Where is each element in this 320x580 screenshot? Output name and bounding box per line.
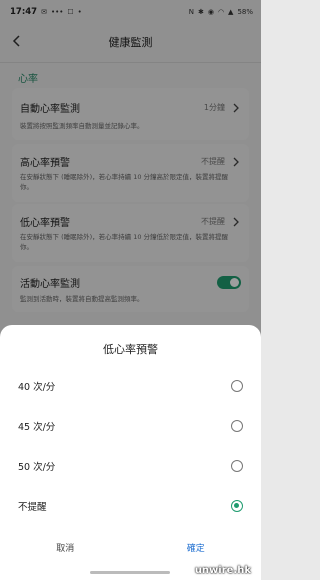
radio-button[interactable]	[231, 460, 243, 472]
option-label: 50 次/分	[18, 462, 56, 473]
watermark: unwire.hk	[194, 565, 251, 576]
sheet-title: 低心率預警	[103, 343, 158, 356]
option-45[interactable]: 45 次/分	[0, 406, 261, 446]
radio-button[interactable]	[231, 420, 243, 432]
option-label: 45 次/分	[18, 422, 56, 433]
option-40[interactable]: 40 次/分	[0, 366, 261, 406]
confirm-button[interactable]: 確定	[131, 530, 262, 564]
cancel-button[interactable]: 取消	[0, 530, 131, 564]
option-label: 不提醒	[18, 502, 47, 513]
radio-button[interactable]	[231, 380, 243, 392]
sheet-buttons: 取消 確定	[0, 530, 261, 564]
option-label: 40 次/分	[18, 382, 56, 393]
option-50[interactable]: 50 次/分	[0, 446, 261, 486]
bottom-sheet: 低心率預警 40 次/分 45 次/分 50 次/分 不提醒 取消 確定	[0, 325, 261, 580]
gesture-bar[interactable]	[90, 571, 170, 574]
option-no-alert[interactable]: 不提醒	[0, 486, 261, 526]
radio-button-selected[interactable]	[231, 500, 243, 512]
